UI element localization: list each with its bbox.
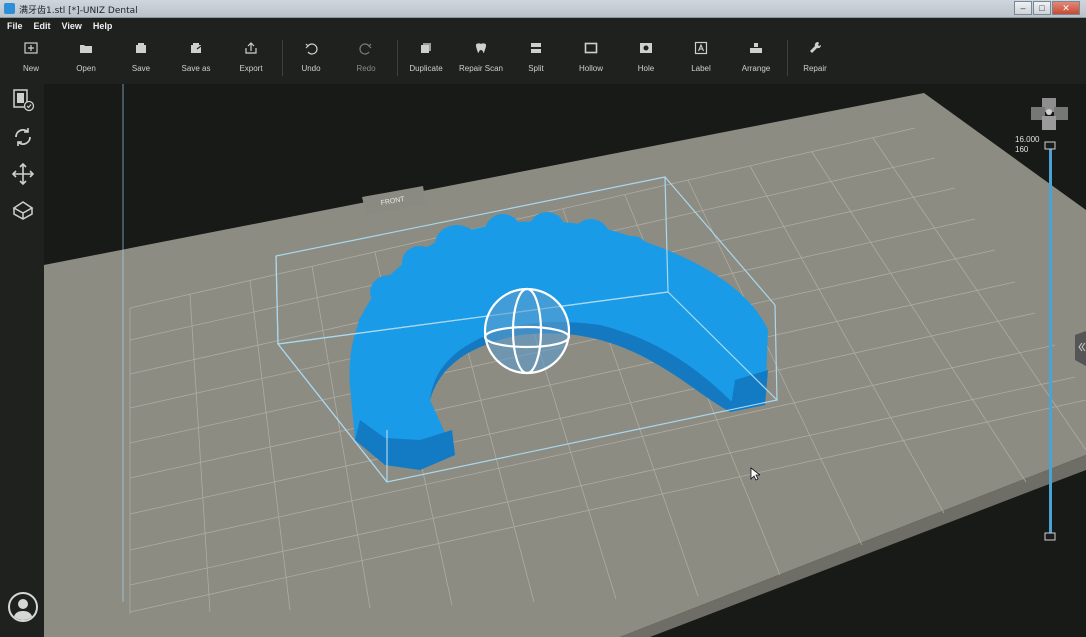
mouse-cursor-icon (750, 467, 760, 481)
repair-scan-button[interactable]: Repair Scan (451, 40, 511, 73)
layer-slider-top-handle[interactable] (1044, 141, 1056, 150)
duplicate-icon (421, 43, 431, 53)
support-icon[interactable] (11, 198, 35, 222)
repair-label: Repair (803, 64, 827, 73)
user-avatar-icon[interactable] (8, 592, 38, 622)
layer-height-value: 16.000 (1015, 135, 1040, 144)
window-controls: – □ ✕ (1013, 1, 1080, 16)
model-list-icon[interactable] (11, 88, 35, 112)
open-label: Open (76, 64, 96, 73)
menu-help[interactable]: Help (86, 18, 117, 34)
hollow-label: Hollow (578, 64, 603, 73)
menu-edit[interactable]: Edit (27, 18, 55, 34)
window-title: 满牙齿1.stl [*]-UNIZ Dental (19, 6, 138, 16)
layer-slider-bottom-handle[interactable] (1044, 532, 1056, 541)
save-as-icon (191, 43, 202, 53)
open-button[interactable]: Open (56, 40, 116, 73)
build-scene: FRONT (44, 84, 1086, 637)
maximize-button[interactable]: □ (1033, 1, 1051, 15)
save-button[interactable]: Save (111, 40, 171, 73)
window-titlebar: 满牙齿1.stl [*]-UNIZ Dental – □ ✕ (0, 0, 1086, 18)
save-as-label: Save as (181, 64, 211, 73)
menu-file[interactable]: File (0, 18, 27, 34)
redo-label: Redo (356, 64, 376, 73)
split-button[interactable]: Split (506, 40, 566, 73)
redo-button[interactable]: Redo (336, 40, 396, 73)
folder-open-icon (80, 45, 92, 53)
redo-icon (359, 43, 372, 55)
move-icon[interactable] (11, 162, 35, 186)
label-label: Label (691, 64, 711, 73)
toolbar: New Open Save Save as Export Undo Redo D… (0, 34, 1086, 84)
undo-button[interactable]: Undo (281, 40, 341, 73)
export-label: Export (239, 64, 263, 73)
3d-viewport[interactable]: FRONT (44, 84, 1086, 637)
undo-icon (305, 43, 318, 55)
hollow-button[interactable]: Hollow (561, 40, 621, 73)
wrench-icon (810, 41, 822, 53)
save-label: Save (131, 64, 151, 73)
split-icon (531, 43, 541, 53)
hole-icon (640, 43, 652, 53)
rotation-gizmo[interactable] (483, 287, 571, 375)
label-text-icon (694, 41, 708, 55)
rotate-icon[interactable] (11, 125, 35, 149)
export-icon (245, 42, 257, 54)
export-button[interactable]: Export (221, 40, 281, 73)
build-platform (44, 93, 1086, 637)
layer-slider-track[interactable] (1049, 145, 1052, 537)
repair-scan-label: Repair Scan (458, 64, 504, 73)
save-as-button[interactable]: Save as (166, 40, 226, 73)
tooth-icon (476, 43, 486, 53)
hole-button[interactable]: Hole (616, 40, 676, 73)
close-button[interactable]: ✕ (1052, 1, 1080, 15)
duplicate-label: Duplicate (409, 64, 443, 73)
undo-label: Undo (301, 64, 321, 73)
left-sidebar (0, 84, 44, 637)
duplicate-button[interactable]: Duplicate (396, 40, 456, 73)
save-icon (136, 43, 146, 53)
minimize-button[interactable]: – (1014, 1, 1032, 15)
layer-number-value: 160 (1015, 145, 1029, 154)
repair-button[interactable]: Repair (785, 40, 845, 73)
arrange-label: Arrange (741, 64, 771, 73)
label-button[interactable]: Label (671, 40, 731, 73)
split-label: Split (528, 64, 544, 73)
app-icon (4, 3, 15, 14)
arrange-button[interactable]: Arrange (726, 40, 786, 73)
menu-bar: File Edit View Help (0, 18, 1086, 34)
arrange-icon (750, 43, 762, 53)
menu-view[interactable]: View (55, 18, 86, 34)
view-navigation-icon[interactable] (1031, 98, 1068, 130)
new-file-icon (24, 42, 38, 54)
layer-slider-readout: 16.000 160 (1015, 135, 1039, 155)
hollow-icon (584, 42, 598, 54)
new-label: New (22, 64, 39, 73)
hole-label: Hole (637, 64, 655, 73)
new-button[interactable]: New (1, 40, 61, 73)
